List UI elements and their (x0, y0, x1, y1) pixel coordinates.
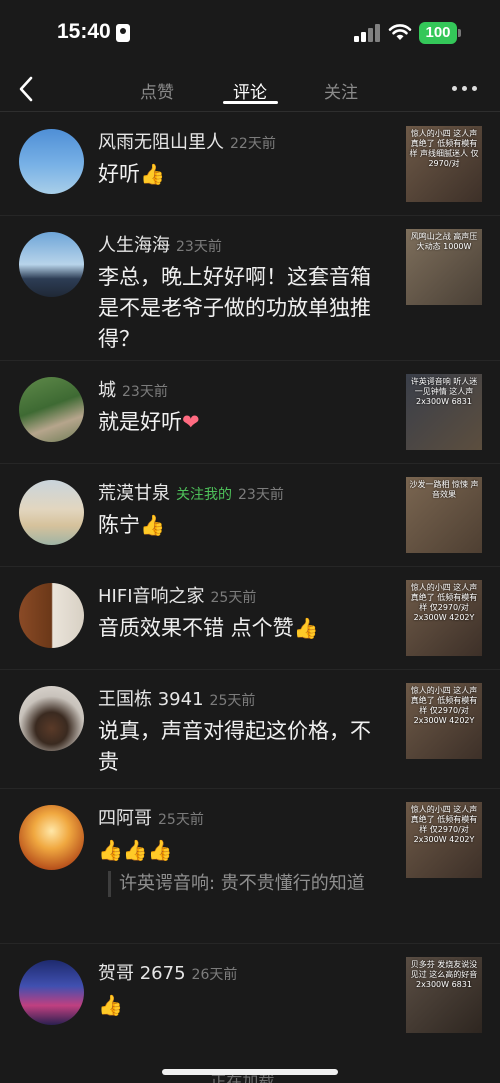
username[interactable]: 王国栋 3941 (98, 689, 204, 710)
comment-text: 👍 (98, 990, 388, 1021)
nav-bar: 点赞 评论 关注 (0, 66, 500, 112)
heart-icon: ❤ (182, 410, 200, 434)
video-thumbnail[interactable]: 惊人的小四 这人声真绝了 低频有模有样 仅2970/对 2x300W 4202Y (406, 802, 482, 878)
list-item[interactable]: 荒漠甘泉 关注我的 23天前 陈宁👍 沙发一路相 惊悚 声音效果 (0, 464, 500, 567)
username[interactable]: 风雨无阻山里人 (98, 132, 224, 153)
username[interactable]: HIFI音响之家 (98, 586, 205, 607)
comment-text: 李总，晚上好好啊！这套音箱是不是老爷子做的功放单独推得？ (98, 265, 371, 351)
video-thumbnail[interactable]: 沙发一路相 惊悚 声音效果 (406, 477, 482, 553)
comment-text: 就是好听❤ (98, 410, 200, 434)
id-card-icon (116, 24, 130, 42)
avatar[interactable] (19, 960, 84, 1025)
avatar[interactable] (19, 686, 84, 751)
list-item[interactable]: 城 23天前 就是好听❤ 许英谔音响 听人迷 一见钟情 这人声 2x300W 68… (0, 361, 500, 464)
comment-text: 陈宁👍 (98, 510, 388, 541)
timestamp: 25天前 (209, 693, 256, 709)
avatar[interactable] (19, 377, 84, 442)
list-item[interactable]: 风雨无阻山里人 22天前 好听👍 惊人的小四 这人声真绝了 低频有模有样 声线细腻… (0, 113, 500, 216)
video-thumbnail[interactable]: 惊人的小四 这人声真绝了 低频有模有样 仅2970/对 2x300W 4202Y (406, 580, 482, 656)
wifi-icon (388, 24, 412, 40)
timestamp: 25天前 (158, 812, 204, 828)
tab-likes[interactable]: 点赞 (140, 78, 174, 103)
tab-follows[interactable]: 关注 (324, 78, 358, 103)
video-thumbnail[interactable]: 惊人的小四 这人声真绝了 低频有模有样 仅2970/对 2x300W 4202Y (406, 683, 482, 759)
username[interactable]: 四阿哥 (98, 808, 152, 829)
video-thumbnail[interactable]: 惊人的小四 这人声真绝了 低频有模有样 声线细腻迷人 仅2970/对 (406, 126, 482, 202)
tab-comments[interactable]: 评论 (233, 78, 267, 103)
video-thumbnail[interactable]: 许英谔音响 听人迷 一见钟情 这人声 2x300W 6831 (406, 374, 482, 450)
list-item[interactable]: 贺哥 2675 26天前 👍 贝多芬 发烧友说没见过 这么高的好音 2x300W … (0, 944, 500, 1047)
timestamp: 22天前 (230, 136, 276, 152)
avatar[interactable] (19, 583, 84, 648)
status-bar: 15:40 100 (0, 0, 500, 66)
avatar[interactable] (19, 129, 84, 194)
thumbs-up-icon: 👍 (140, 513, 165, 537)
thumbs-up-icon: 👍👍👍 (98, 838, 173, 862)
more-options-icon[interactable] (452, 86, 480, 92)
username[interactable]: 城 (98, 380, 116, 401)
clock: 15:40 (57, 20, 111, 43)
avatar[interactable] (19, 480, 84, 545)
username[interactable]: 贺哥 2675 (98, 963, 186, 984)
username[interactable]: 人生海海 (98, 235, 170, 256)
timestamp: 25天前 (210, 590, 257, 606)
comment-text: 👍👍👍 (98, 835, 388, 866)
timestamp: 23天前 (238, 487, 284, 503)
follows-you-badge: 关注我的 (176, 487, 232, 503)
cellular-signal-icon (354, 24, 380, 42)
list-item[interactable]: 王国栋 3941 25天前 说真，声音对得起这价格，不贵 惊人的小四 这人声真绝了… (0, 670, 500, 789)
thumbs-up-icon: 👍 (140, 162, 165, 186)
video-thumbnail[interactable]: 贝多芬 发烧友说没见过 这么高的好音 2x300W 6831 (406, 957, 482, 1033)
list-item[interactable]: HIFI音响之家 25天前 音质效果不错 点个赞👍 惊人的小四 这人声真绝了 低频… (0, 567, 500, 670)
avatar[interactable] (19, 805, 84, 870)
back-arrow-icon[interactable] (14, 74, 40, 104)
thumbs-up-icon: 👍 (98, 993, 123, 1017)
home-indicator[interactable] (162, 1069, 338, 1075)
timestamp: 23天前 (176, 239, 222, 255)
username[interactable]: 荒漠甘泉 (98, 483, 170, 504)
avatar[interactable] (19, 232, 84, 297)
timestamp: 26天前 (191, 967, 238, 983)
list-item[interactable]: 四阿哥 25天前 👍👍👍 许英谔音响: 贵不贵懂行的知道 惊人的小四 这人声真绝了… (0, 789, 500, 944)
comment-text: 说真，声音对得起这价格，不贵 (98, 719, 371, 774)
list-item[interactable]: 人生海海 23天前 李总，晚上好好啊！这套音箱是不是老爷子做的功放单独推得？ 风鸣… (0, 216, 500, 361)
timestamp: 23天前 (122, 384, 168, 400)
comment-text: 好听👍 (98, 159, 388, 190)
comment-text: 音质效果不错 点个赞👍 (98, 613, 388, 644)
author-reply: 许英谔音响: 贵不贵懂行的知道 (108, 871, 398, 897)
battery-indicator: 100 (419, 22, 461, 44)
active-tab-indicator (223, 101, 278, 104)
video-thumbnail[interactable]: 风鸣山之战 高声压 大动态 1000W (406, 229, 482, 305)
thumbs-up-icon: 👍 (293, 616, 319, 640)
